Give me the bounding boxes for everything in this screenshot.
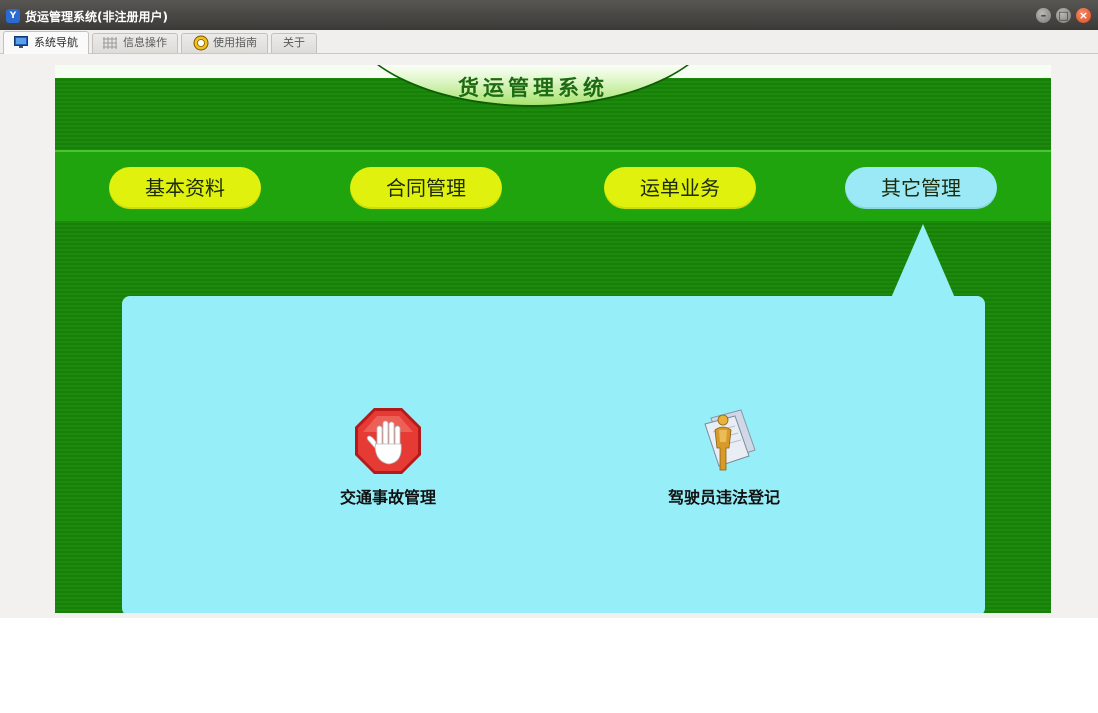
- tab-info-ops[interactable]: 信息操作: [92, 33, 178, 53]
- tab-system-nav[interactable]: 系统导航: [3, 31, 89, 54]
- system-title: 货运管理系统: [458, 76, 608, 100]
- monitor-icon: [14, 36, 28, 48]
- close-button[interactable]: ×: [1076, 8, 1091, 23]
- minimize-button[interactable]: –: [1036, 8, 1051, 23]
- submenu-panel: 交通事故管理 驾驶员违法登记: [122, 296, 985, 613]
- minimize-icon: –: [1040, 9, 1047, 22]
- driver-violation-feature[interactable]: 驾驶员违法登记: [634, 406, 814, 508]
- tab-label: 系统导航: [34, 36, 78, 49]
- nav-waybill-business-button[interactable]: 运单业务: [604, 167, 756, 209]
- nav-contract-management-button[interactable]: 合同管理: [350, 167, 502, 209]
- tab-label: 使用指南: [213, 36, 257, 49]
- stop-hand-icon: [355, 408, 421, 474]
- category-nav-bar: 基本资料 合同管理 运单业务 其它管理: [55, 150, 1051, 221]
- person-document-icon: [704, 409, 756, 471]
- lifebuoy-icon: [193, 35, 209, 51]
- tab-about[interactable]: 关于: [271, 33, 317, 53]
- main-panel: 货运管理系统 基本资料 合同管理 运单业务 其它管理 交通事故管理 驾驶员违法登…: [55, 65, 1051, 613]
- tab-label: 信息操作: [123, 36, 167, 49]
- close-icon: ×: [1078, 9, 1089, 22]
- traffic-accident-feature[interactable]: 交通事故管理: [298, 406, 478, 508]
- feature-label: 驾驶员违法登记: [667, 488, 780, 507]
- feature-label: 交通事故管理: [339, 488, 436, 507]
- title-bar[interactable]: Y 货运管理系统(非注册用户) – □ ×: [0, 0, 1098, 30]
- app-logo-icon: Y: [6, 9, 20, 23]
- nav-basic-info-button[interactable]: 基本资料: [109, 167, 261, 209]
- tab-bar: 系统导航 信息操作 使用指南 关于: [0, 30, 1098, 54]
- maximize-button[interactable]: □: [1056, 8, 1071, 23]
- maximize-icon: □: [1058, 9, 1069, 22]
- tab-user-guide[interactable]: 使用指南: [181, 33, 268, 53]
- window-title: 货运管理系统(非注册用户): [25, 10, 168, 24]
- grid-icon: [103, 37, 117, 49]
- nav-other-management-button[interactable]: 其它管理: [845, 167, 997, 209]
- app-window: Y 货运管理系统(非注册用户) – □ × 系统导航 信息操作 使用指南 关于 …: [0, 0, 1098, 618]
- active-category-pointer: [891, 224, 955, 298]
- tab-label: 关于: [283, 36, 305, 49]
